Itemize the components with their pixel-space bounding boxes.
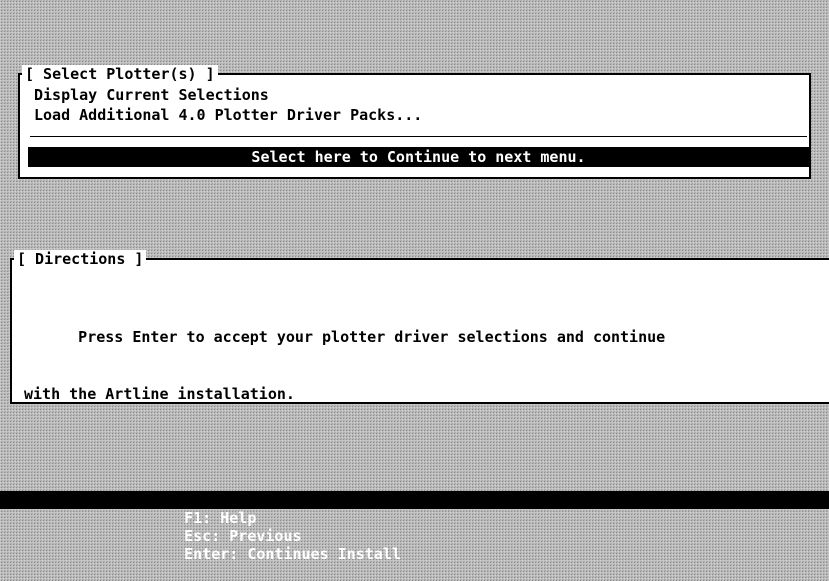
help-key-hint[interactable]: F1: Help bbox=[184, 509, 256, 527]
directions-line: with the Artline installation. bbox=[24, 385, 295, 403]
select-plotter-panel: [ Select Plotter(s) ] Display Current Se… bbox=[18, 65, 811, 179]
divider bbox=[30, 136, 807, 137]
menu-item-load-driver-packs[interactable]: Load Additional 4.0 Plotter Driver Packs… bbox=[34, 106, 422, 124]
panel-title: [ Select Plotter(s) ] bbox=[22, 65, 218, 83]
directions-text: Press Enter to accept your plotter drive… bbox=[24, 290, 665, 442]
status-bar: F1: Help Esc: Previous Enter: Continues … bbox=[0, 491, 829, 563]
continue-install-key-hint[interactable]: Enter: Continues Install bbox=[184, 545, 401, 563]
continue-menu-item[interactable]: Select here to Continue to next menu. bbox=[28, 147, 809, 167]
panel-title: [ Directions ] bbox=[14, 250, 147, 268]
menu-item-display-current-selections[interactable]: Display Current Selections bbox=[34, 86, 269, 104]
directions-panel: [ Directions ] Press Enter to accept you… bbox=[10, 250, 829, 404]
directions-line: Press Enter to accept your plotter drive… bbox=[24, 328, 666, 346]
previous-key-hint[interactable]: Esc: Previous bbox=[184, 527, 301, 545]
